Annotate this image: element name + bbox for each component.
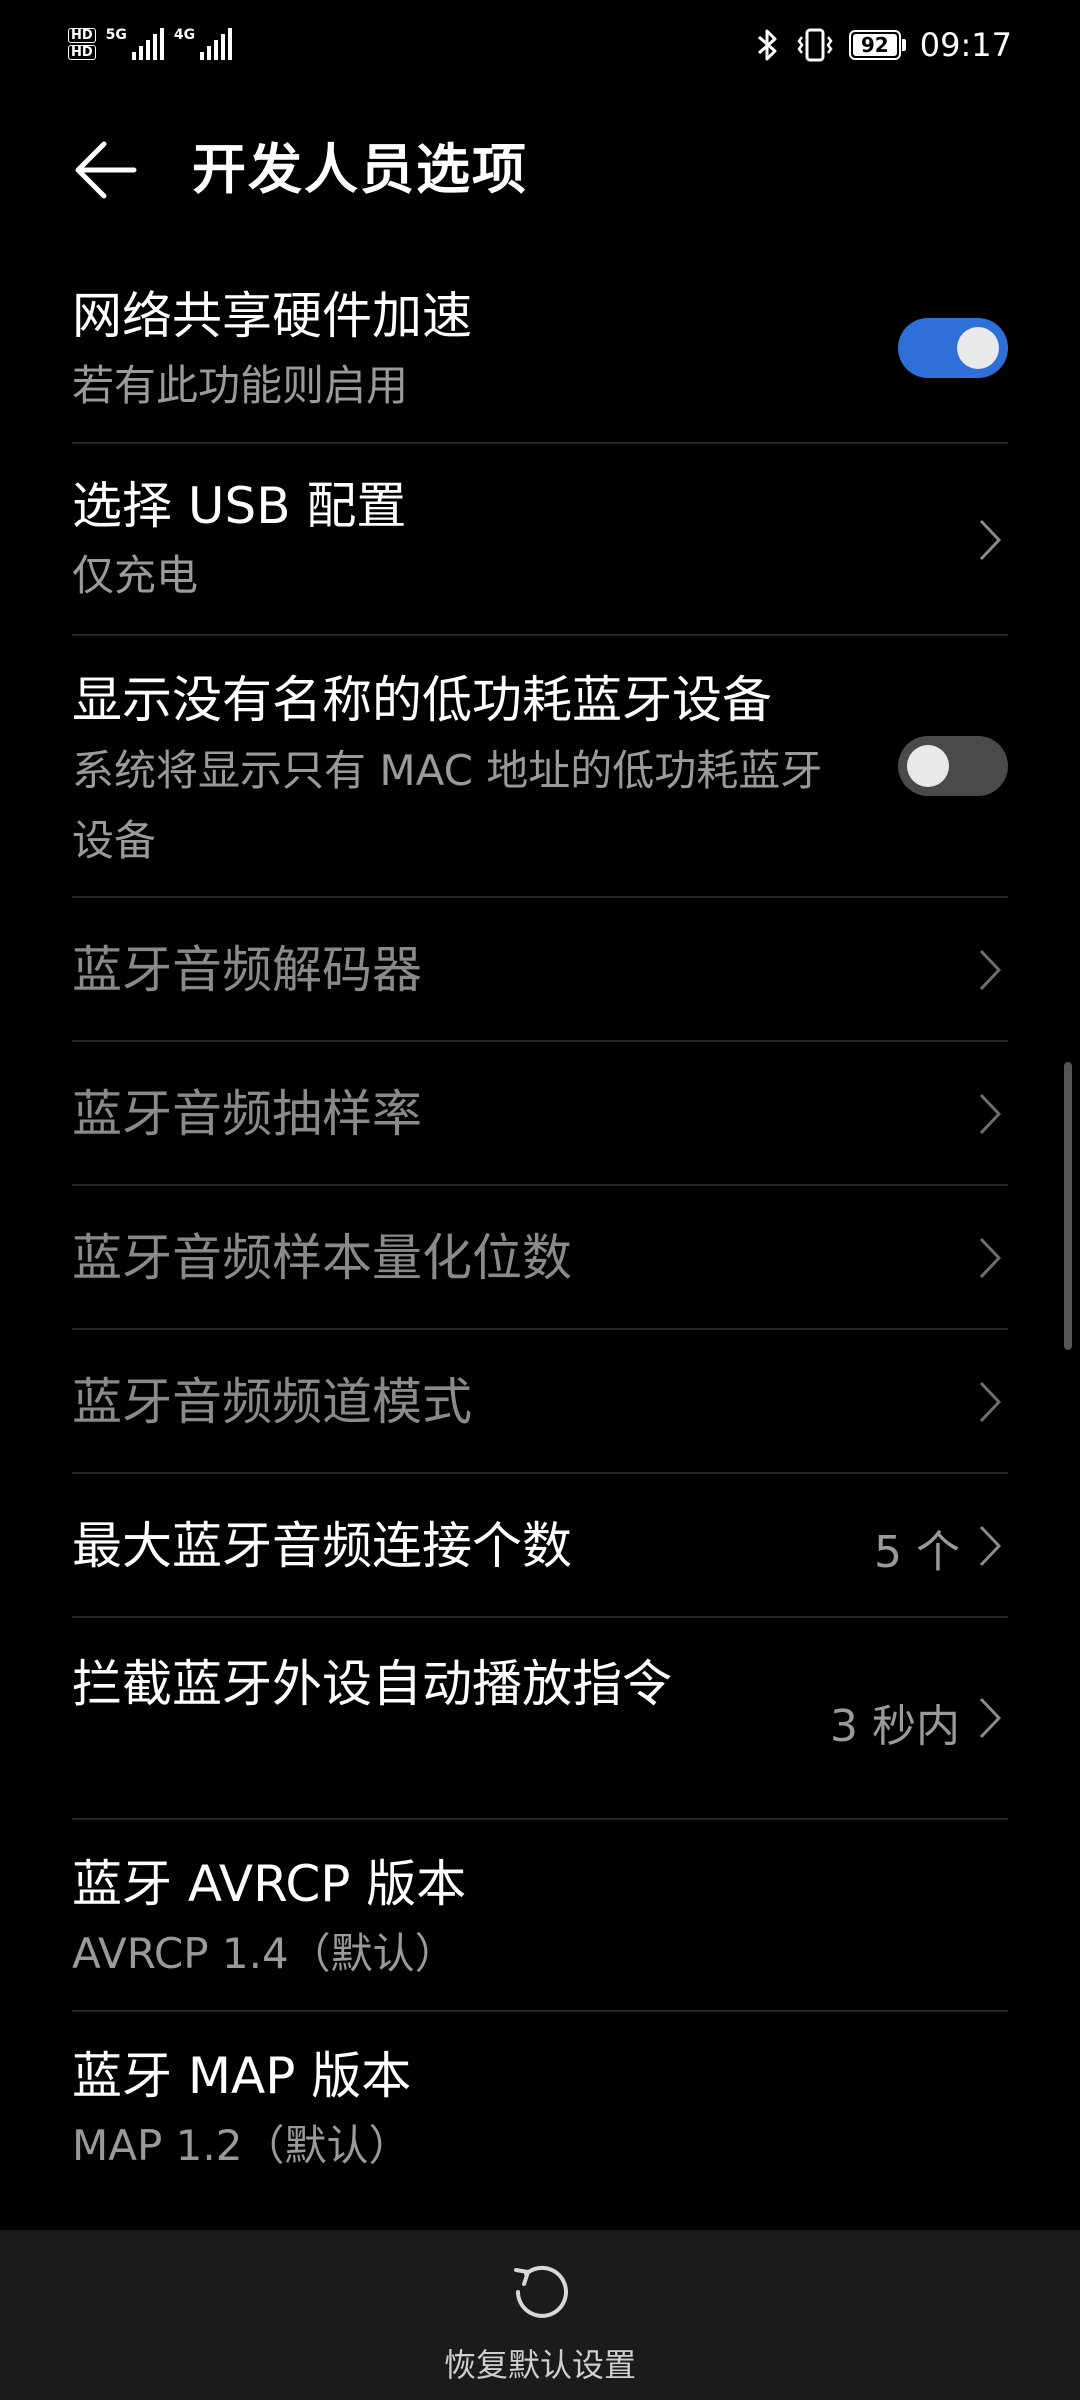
network-type-4g: 4G <box>173 27 196 43</box>
setting-title: 蓝牙音频抽样率 <box>72 1085 422 1143</box>
status-left: HD HD 5G 4G <box>68 27 233 60</box>
chevron-right-icon <box>979 1381 1002 1423</box>
chevron-right-icon <box>979 1697 1002 1739</box>
setting-title: 蓝牙 AVRCP 版本 <box>72 1855 467 1913</box>
restore-icon <box>514 2265 568 2318</box>
setting-tethering-hw-accel[interactable]: 网络共享硬件加速 若有此功能则启用 <box>72 252 1008 444</box>
chevron-right-icon <box>979 949 1002 991</box>
setting-bt-bits-per-sample[interactable]: 蓝牙音频样本量化位数 <box>72 1186 1008 1330</box>
setting-value: 3 秒内 <box>830 1701 960 1752</box>
signal-5g-icon: 5G <box>106 28 164 60</box>
setting-max-bt-connections[interactable]: 最大蓝牙音频连接个数 5 个 <box>72 1474 1008 1618</box>
status-right: 92 09:17 <box>755 26 1012 64</box>
setting-value: 5 个 <box>874 1527 960 1578</box>
back-arrow-icon <box>75 141 137 199</box>
vibrate-icon <box>797 28 833 62</box>
setting-bt-audio-codec[interactable]: 蓝牙音频解码器 <box>72 898 1008 1042</box>
setting-title: 拦截蓝牙外设自动播放指令 <box>72 1655 672 1713</box>
bottom-action-bar: 恢复默认设置 <box>0 2230 1080 2400</box>
setting-title: 选择 USB 配置 <box>72 477 407 535</box>
setting-title: 蓝牙音频样本量化位数 <box>72 1229 572 1287</box>
tethering-hw-accel-toggle[interactable] <box>898 318 1008 378</box>
restore-defaults-label: 恢复默认设置 <box>443 2346 636 2384</box>
chevron-right-icon <box>979 1237 1002 1279</box>
network-type-5g: 5G <box>105 27 127 43</box>
setting-block-bt-autoplay[interactable]: 拦截蓝牙外设自动播放指令 3 秒内 <box>72 1618 1008 1820</box>
setting-subtitle: AVRCP 1.4（默认） <box>72 1929 457 1978</box>
battery-level: 92 <box>852 33 897 57</box>
setting-show-unnamed-ble[interactable]: 显示没有名称的低功耗蓝牙设备 系统将显示只有 MAC 地址的低功耗蓝牙设备 <box>72 636 1008 898</box>
chevron-right-icon <box>979 1525 1002 1567</box>
setting-subtitle: MAP 1.2（默认） <box>72 2121 411 2170</box>
back-button[interactable] <box>70 134 142 206</box>
battery-icon: 92 <box>848 30 906 60</box>
setting-subtitle: 仅充电 <box>72 551 199 600</box>
signal-4g-icon: 4G <box>173 27 233 60</box>
setting-title: 显示没有名称的低功耗蓝牙设备 <box>72 671 772 729</box>
setting-title: 蓝牙音频频道模式 <box>72 1373 472 1431</box>
show-unnamed-ble-toggle[interactable] <box>898 736 1008 796</box>
hd-icon: HD HD <box>68 28 96 60</box>
setting-subtitle: 系统将显示只有 MAC 地址的低功耗蓝牙设备 <box>72 746 823 865</box>
setting-usb-config[interactable]: 选择 USB 配置 仅充电 <box>72 444 1008 636</box>
scrollbar[interactable] <box>1064 1062 1072 1350</box>
app-header: 开发人员选项 <box>0 118 1080 222</box>
settings-list: 网络共享硬件加速 若有此功能则启用 选择 USB 配置 仅充电 显示没有名称的低… <box>72 252 1008 2204</box>
status-bar: HD HD 5G 4G 92 09:17 <box>0 0 1080 104</box>
setting-bt-sample-rate[interactable]: 蓝牙音频抽样率 <box>72 1042 1008 1186</box>
setting-avrcp-version[interactable]: 蓝牙 AVRCP 版本 AVRCP 1.4（默认） <box>72 1820 1008 2012</box>
bluetooth-icon <box>757 29 777 61</box>
setting-title: 蓝牙 MAP 版本 <box>72 2047 412 2105</box>
setting-title: 网络共享硬件加速 <box>72 287 472 345</box>
page-title: 开发人员选项 <box>192 138 528 201</box>
setting-subtitle: 若有此功能则启用 <box>72 361 409 410</box>
setting-title: 蓝牙音频解码器 <box>72 941 422 999</box>
chevron-right-icon <box>979 1093 1002 1135</box>
setting-bt-channel-mode[interactable]: 蓝牙音频频道模式 <box>72 1330 1008 1474</box>
restore-defaults-button[interactable]: 恢复默认设置 <box>440 2260 640 2390</box>
setting-map-version[interactable]: 蓝牙 MAP 版本 MAP 1.2（默认） <box>72 2012 1008 2204</box>
clock: 09:17 <box>919 26 1012 64</box>
setting-title: 最大蓝牙音频连接个数 <box>72 1517 572 1575</box>
chevron-right-icon <box>979 519 1002 561</box>
